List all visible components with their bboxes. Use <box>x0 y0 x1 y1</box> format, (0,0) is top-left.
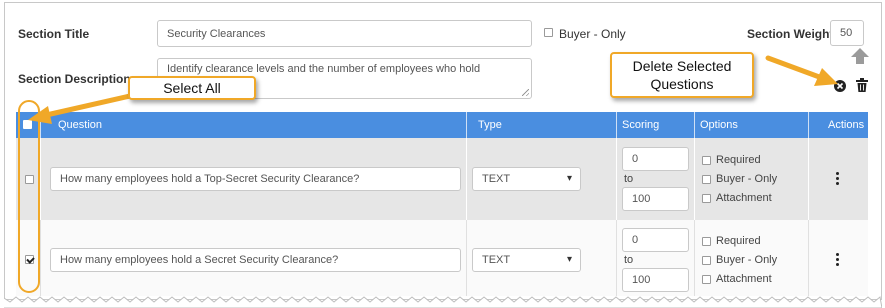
questions-table-header: Question Type Scoring Options Actions <box>16 112 868 138</box>
checkbox-column-highlight <box>18 100 40 293</box>
section-description-text: Identify clearance levels and the number… <box>167 63 481 75</box>
section-description-label: Section Description <box>18 72 131 86</box>
select-all-arrow-icon <box>28 93 133 124</box>
buyer-only-option-label: Buyer - Only <box>716 173 778 185</box>
question-input[interactable]: How many employees hold a Top-Secret Sec… <box>50 167 461 191</box>
buyer-only-option-checkbox[interactable] <box>702 256 711 265</box>
torn-edge-decoration <box>4 296 882 308</box>
score-min-input[interactable]: 0 <box>622 147 689 171</box>
attachment-label: Attachment <box>716 273 772 285</box>
buyer-only-label: Buyer - Only <box>559 27 626 41</box>
score-min-input[interactable]: 0 <box>622 228 689 252</box>
section-weight-input[interactable]: 50 <box>830 20 864 46</box>
score-max-input[interactable]: 100 <box>622 187 689 211</box>
section-title-input[interactable]: Security Clearances <box>157 20 532 47</box>
delete-arrow-icon <box>765 55 838 86</box>
column-header-type[interactable]: Type <box>478 112 502 138</box>
select-all-callout: Select All <box>128 76 256 100</box>
type-select[interactable]: TEXT <box>472 248 581 272</box>
buyer-only-checkbox[interactable] <box>544 28 553 37</box>
table-row: How many employees hold a Secret Securit… <box>16 220 868 296</box>
required-checkbox[interactable] <box>702 156 711 165</box>
kebab-menu-icon[interactable] <box>836 253 839 266</box>
required-checkbox[interactable] <box>702 237 711 246</box>
table-row: How many employees hold a Top-Secret Sec… <box>16 138 868 220</box>
column-header-options[interactable]: Options <box>700 112 738 138</box>
arrow-up-icon[interactable] <box>850 47 870 65</box>
trash-icon[interactable] <box>856 78 868 92</box>
score-to-label: to <box>624 173 634 185</box>
buyer-only-option-label: Buyer - Only <box>716 254 778 266</box>
kebab-menu-icon[interactable] <box>836 172 839 185</box>
type-select-value: TEXT <box>482 254 511 266</box>
required-label: Required <box>716 154 761 166</box>
attachment-label: Attachment <box>716 192 772 204</box>
delete-selected-callout: Delete Selected Questions <box>610 52 754 98</box>
score-to-label: to <box>624 254 634 266</box>
type-select[interactable]: TEXT <box>472 167 581 191</box>
type-select-value: TEXT <box>482 173 511 185</box>
buyer-only-option-checkbox[interactable] <box>702 175 711 184</box>
column-header-actions[interactable]: Actions <box>828 112 864 138</box>
required-label: Required <box>716 235 761 247</box>
attachment-checkbox[interactable] <box>702 194 711 203</box>
column-header-scoring[interactable]: Scoring <box>622 112 659 138</box>
attachment-checkbox[interactable] <box>702 275 711 284</box>
question-input[interactable]: How many employees hold a Secret Securit… <box>50 248 461 272</box>
resize-grip-icon[interactable] <box>522 89 529 96</box>
section-weight-label: Section Weight <box>747 27 834 41</box>
section-title-label: Section Title <box>18 27 90 41</box>
score-max-input[interactable]: 100 <box>622 268 689 292</box>
